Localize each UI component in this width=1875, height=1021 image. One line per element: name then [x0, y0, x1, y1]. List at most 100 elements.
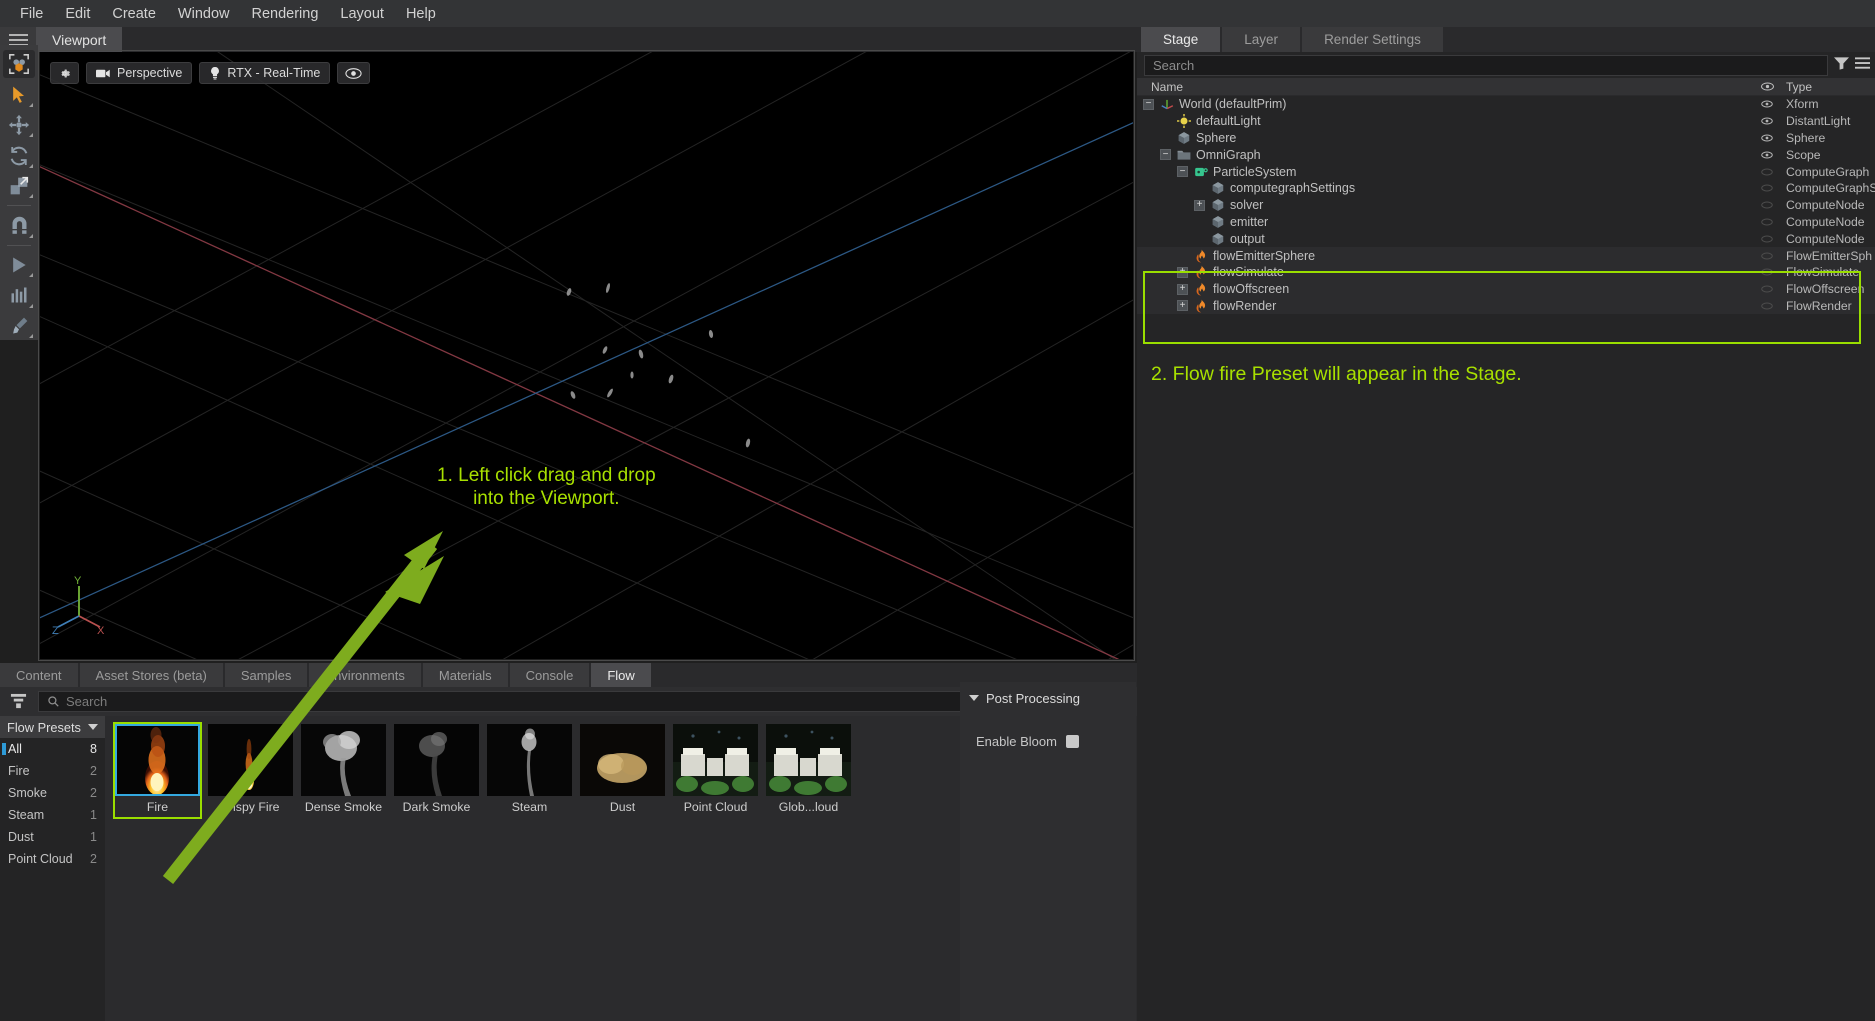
flow-preset-thumbnail[interactable]	[208, 724, 293, 796]
flow-preset-thumbnail[interactable]	[580, 724, 665, 796]
tree-row-visibility[interactable]	[1754, 235, 1780, 243]
stage-tree-row[interactable]: emitter ComputeNode	[1137, 214, 1875, 231]
flow-category-item[interactable]: Smoke 2	[0, 782, 105, 804]
enable-bloom-checkbox[interactable]	[1065, 735, 1079, 748]
flow-preset-card[interactable]: Point Cloud	[673, 724, 758, 817]
visibility-eye-icon-dim[interactable]	[1761, 201, 1773, 209]
snap-magnet-icon[interactable]	[3, 211, 35, 239]
bottom-tab-environments[interactable]: Environments	[309, 663, 421, 687]
visibility-eye-icon[interactable]	[1761, 151, 1773, 159]
tree-expander-plus[interactable]: +	[1177, 300, 1188, 312]
rotate-icon[interactable]	[3, 141, 35, 169]
viewport-3d[interactable]: Perspective RTX - Real-Time Y X Z 1. Lef…	[40, 52, 1133, 659]
stage-tree-row[interactable]: flowEmitterSphere FlowEmitterSph	[1137, 247, 1875, 264]
stage-search-input[interactable]: Search	[1144, 55, 1828, 76]
menu-item-create[interactable]: Create	[101, 3, 167, 25]
enable-bloom-row[interactable]: Enable Bloom	[960, 734, 1136, 749]
bottom-tab-asset-stores-beta[interactable]: Asset Stores (beta)	[79, 663, 223, 687]
tree-row-visibility[interactable]	[1754, 268, 1780, 276]
flow-category-item[interactable]: Fire 2	[0, 760, 105, 782]
menu-item-window[interactable]: Window	[167, 3, 241, 25]
flow-preset-thumbnail[interactable]	[766, 724, 851, 796]
bottom-tab-flow[interactable]: Flow	[591, 663, 651, 687]
stage-tree-row[interactable]: − OmniGraph Scope	[1137, 146, 1875, 163]
flow-preset-thumbnail[interactable]	[394, 724, 479, 796]
tree-row-visibility[interactable]	[1754, 201, 1780, 209]
play-icon[interactable]	[3, 251, 35, 279]
menu-item-edit[interactable]: Edit	[54, 3, 101, 25]
visibility-eye-icon-dim[interactable]	[1761, 302, 1773, 310]
visibility-eye-icon[interactable]	[1761, 117, 1773, 125]
stage-tree-row[interactable]: − World (defaultPrim) Xform	[1137, 96, 1875, 113]
tree-row-visibility[interactable]	[1754, 252, 1780, 260]
visibility-eye-icon-dim[interactable]	[1761, 184, 1773, 192]
stage-tree-row[interactable]: Sphere Sphere	[1137, 130, 1875, 147]
gear-icon[interactable]	[50, 62, 79, 84]
scale-icon[interactable]	[3, 172, 35, 200]
physics-icon[interactable]	[3, 281, 35, 309]
flow-preset-card[interactable]: Wispy Fire	[208, 724, 293, 817]
flow-category-item[interactable]: Point Cloud 2	[0, 848, 105, 870]
bottom-tab-materials[interactable]: Materials	[422, 663, 508, 687]
tree-row-visibility[interactable]	[1754, 100, 1780, 108]
tab-stage[interactable]: Stage	[1141, 27, 1221, 52]
menu-item-layout[interactable]: Layout	[329, 3, 395, 25]
menu-item-help[interactable]: Help	[395, 3, 447, 25]
bottom-tab-content[interactable]: Content	[0, 663, 78, 687]
tree-expander-minus[interactable]: −	[1177, 166, 1188, 178]
visibility-eye-icon-dim[interactable]	[1761, 285, 1773, 293]
tab-render-settings[interactable]: Render Settings	[1302, 27, 1443, 52]
flow-preset-thumbnail[interactable]	[673, 724, 758, 796]
menu-item-rendering[interactable]: Rendering	[240, 3, 329, 25]
filter-icon[interactable]	[6, 691, 30, 713]
stage-tree-row[interactable]: defaultLight DistantLight	[1137, 113, 1875, 130]
stage-tree-row[interactable]: + solver ComputeNode	[1137, 197, 1875, 214]
flow-preset-card[interactable]: Steam	[487, 724, 572, 817]
stage-tree-row[interactable]: − ParticleSystem ComputeGraph	[1137, 163, 1875, 180]
tree-row-visibility[interactable]	[1754, 302, 1780, 310]
tree-row-visibility[interactable]	[1754, 117, 1780, 125]
visibility-eye-icon-dim[interactable]	[1761, 218, 1773, 226]
stage-tree-row[interactable]: computegraphSettings ComputeGraphS	[1137, 180, 1875, 197]
stage-tree-row[interactable]: + flowSimulate FlowSimulate	[1137, 263, 1875, 281]
visibility-eye-icon-dim[interactable]	[1761, 268, 1773, 276]
tree-expander-plus[interactable]: +	[1177, 266, 1188, 278]
visibility-eye-icon-dim[interactable]	[1761, 168, 1773, 176]
move-icon[interactable]	[3, 111, 35, 139]
flow-preset-card[interactable]: Glob...loud	[766, 724, 851, 817]
pointer-icon[interactable]	[3, 80, 35, 108]
flow-preset-card[interactable]: Dust	[580, 724, 665, 817]
tree-row-visibility[interactable]	[1754, 168, 1780, 176]
stage-menu-icon[interactable]	[1855, 56, 1870, 75]
tree-expander-plus[interactable]: +	[1194, 199, 1205, 211]
flow-presets-header[interactable]: Flow Presets	[0, 716, 105, 738]
stage-tree-row[interactable]: + flowOffscreen FlowOffscreen	[1137, 280, 1875, 298]
tab-viewport[interactable]: Viewport	[36, 27, 123, 52]
flow-preset-thumbnail[interactable]	[301, 724, 386, 796]
visibility-eye-icon[interactable]	[1761, 134, 1773, 142]
tree-expander-minus[interactable]: −	[1143, 98, 1154, 110]
tree-expander-plus[interactable]: +	[1177, 283, 1188, 295]
select-box-icon[interactable]	[3, 50, 35, 79]
eye-icon[interactable]	[337, 62, 371, 84]
flow-preset-card[interactable]: Fire	[113, 722, 202, 819]
flow-preset-thumbnail[interactable]	[487, 724, 572, 796]
tab-layer[interactable]: Layer	[1222, 27, 1301, 52]
menu-item-file[interactable]: File	[9, 3, 54, 25]
flow-category-item[interactable]: Dust 1	[0, 826, 105, 848]
camera-perspective-button[interactable]: Perspective	[86, 62, 193, 84]
stage-tree-row[interactable]: + flowRender FlowRender	[1137, 297, 1875, 315]
flow-category-item[interactable]: Steam 1	[0, 804, 105, 826]
chevron-down-icon[interactable]	[88, 724, 98, 730]
chevron-down-icon[interactable]	[969, 695, 979, 701]
stage-tree-row[interactable]: output ComputeNode	[1137, 230, 1875, 247]
flow-category-item[interactable]: All 8	[0, 738, 105, 760]
renderer-button[interactable]: RTX - Real-Time	[199, 62, 331, 84]
bottom-tab-console[interactable]: Console	[509, 663, 590, 687]
tree-row-visibility[interactable]	[1754, 218, 1780, 226]
visibility-eye-icon-dim[interactable]	[1761, 235, 1773, 243]
post-processing-header[interactable]: Post Processing	[960, 686, 1136, 710]
visibility-eye-icon-dim[interactable]	[1761, 252, 1773, 260]
visibility-eye-icon[interactable]	[1761, 100, 1773, 108]
flow-preset-card[interactable]: Dark Smoke	[394, 724, 479, 817]
